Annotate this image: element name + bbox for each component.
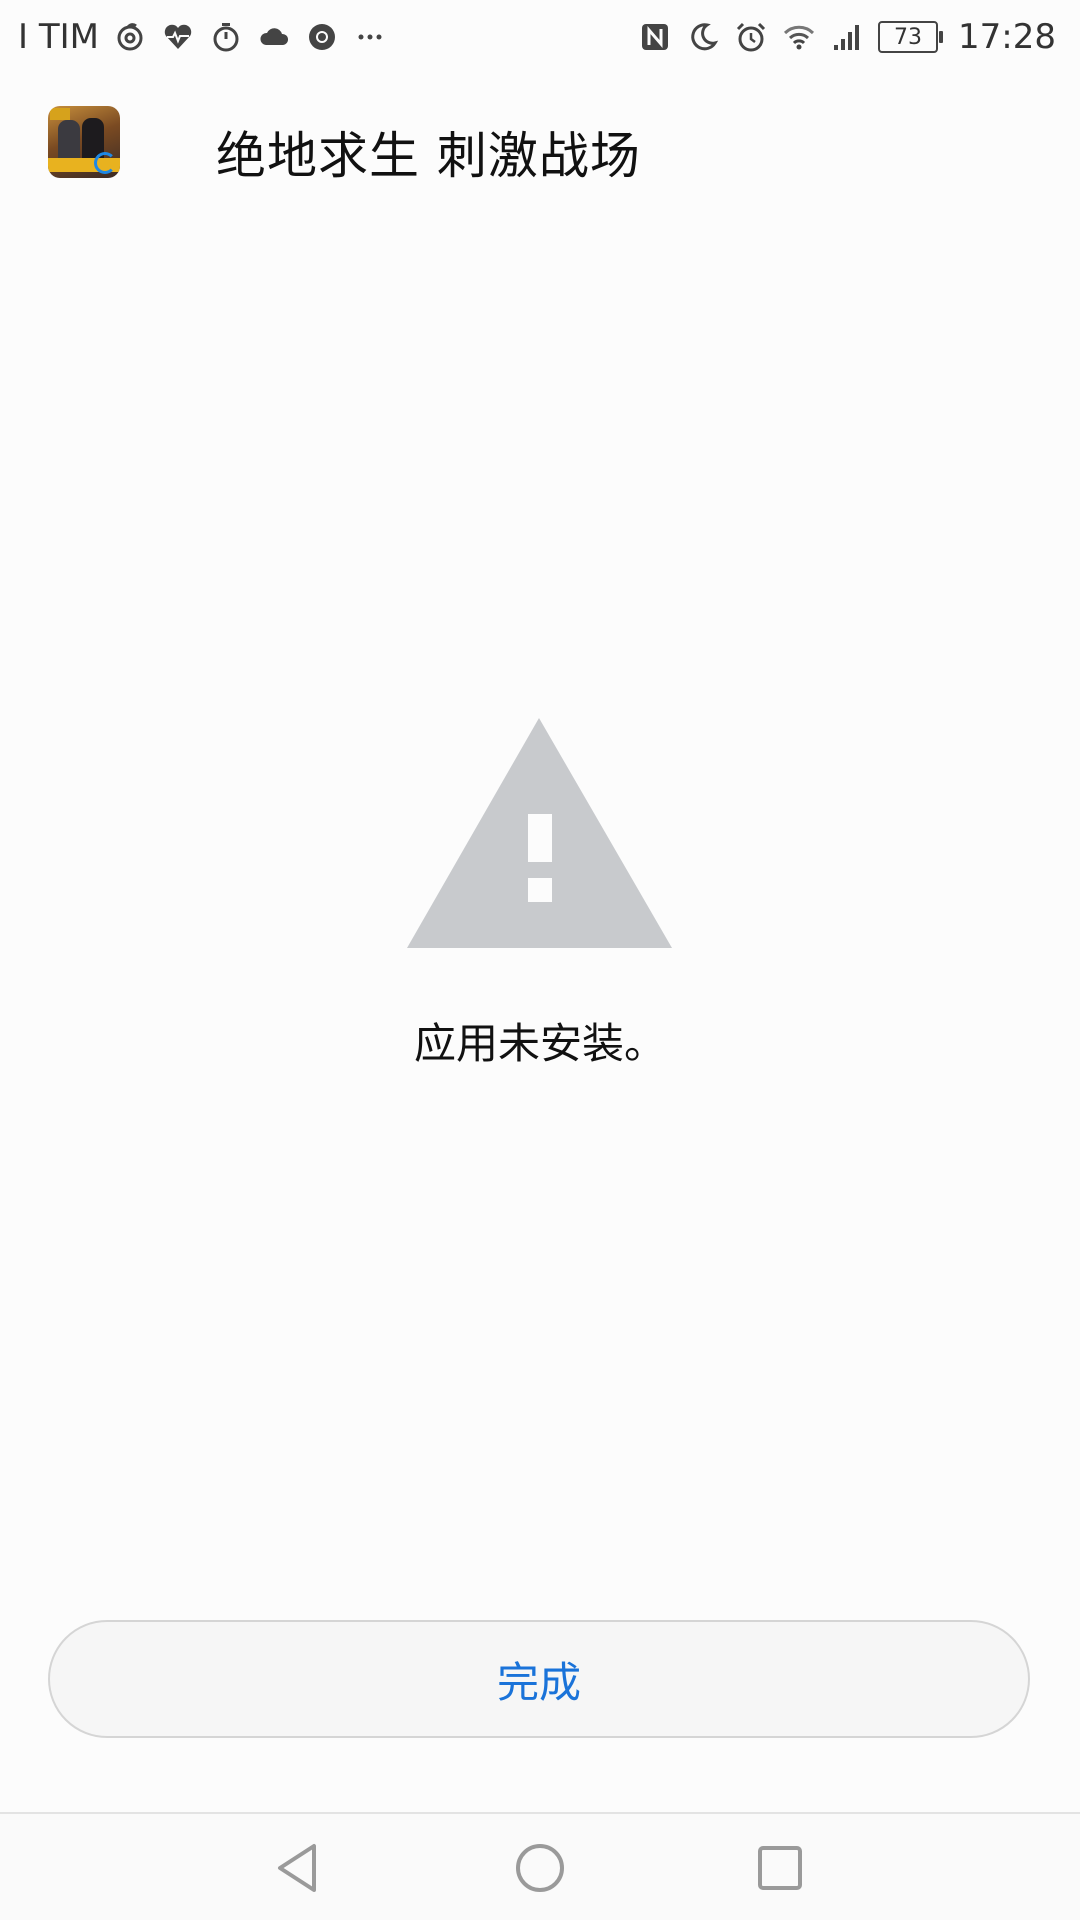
cloud-icon: [257, 20, 291, 54]
signal-icon: [830, 20, 864, 54]
status-bar: I TIM 73 17:28: [0, 0, 1080, 74]
pubg-mobile-app-icon: [48, 106, 120, 178]
moon-icon: [686, 20, 720, 54]
more-dots-icon: [353, 20, 387, 54]
done-button[interactable]: 完成: [48, 1620, 1030, 1738]
home-circle-icon: [516, 1844, 564, 1892]
recent-square-icon: [758, 1846, 802, 1890]
chrome-icon: [305, 20, 339, 54]
alarm-icon: [734, 20, 768, 54]
carrier-label: I TIM: [18, 17, 99, 57]
status-message: 应用未安装。: [413, 1019, 666, 1068]
navigation-bar: [0, 1814, 1080, 1920]
app-title: 绝地求生 刺激战场: [216, 127, 641, 185]
netease-music-icon: [113, 20, 147, 54]
status-bar-left: I TIM: [0, 17, 387, 57]
status-bar-right: 73 17:28: [638, 17, 1080, 57]
battery-icon: 73: [878, 21, 944, 53]
app-header: 绝地求生 刺激战场: [0, 100, 1080, 190]
nfc-icon: [638, 20, 672, 54]
warning-triangle-icon: [407, 718, 672, 948]
screen: I TIM 73 17:28 绝地求生 刺激战场 应用未安装。 完成: [0, 0, 1080, 1920]
home-button[interactable]: [508, 1836, 572, 1900]
heart-rate-icon: [161, 20, 195, 54]
wifi-icon: [782, 20, 816, 54]
clock: 17:28: [958, 17, 1056, 57]
back-triangle-icon: [278, 1844, 316, 1892]
recent-apps-button[interactable]: [748, 1836, 812, 1900]
stopwatch-icon: [209, 20, 243, 54]
back-button[interactable]: [268, 1836, 332, 1900]
